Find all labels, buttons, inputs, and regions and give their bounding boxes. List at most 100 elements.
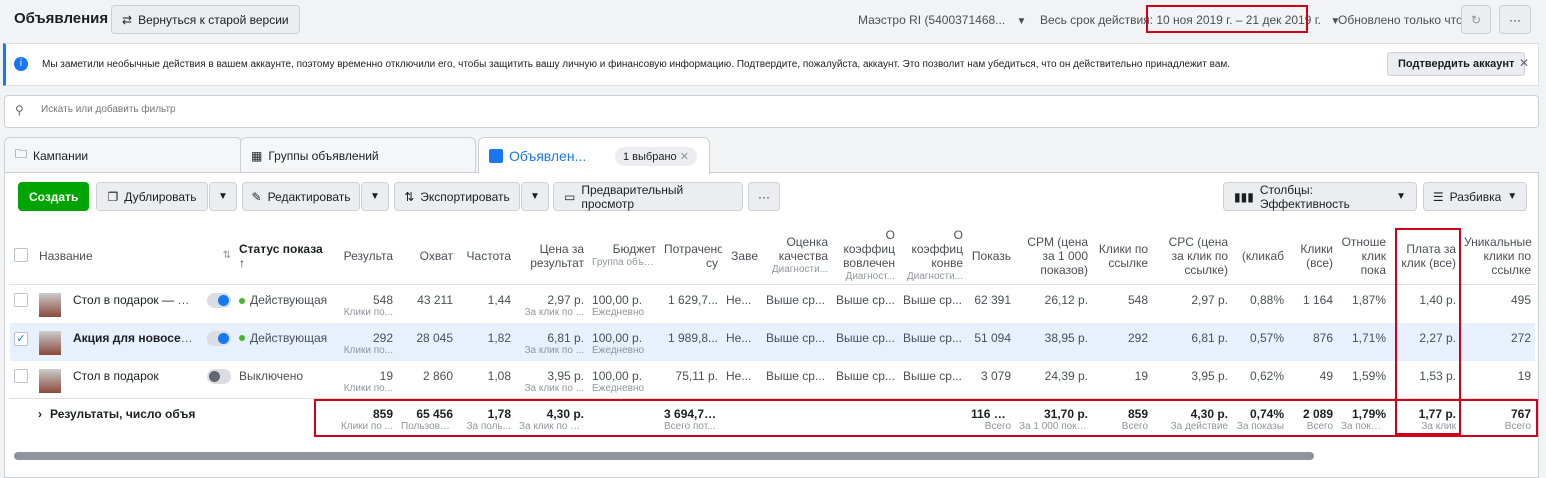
- export-label: Экспортировать: [420, 189, 510, 204]
- ad-name[interactable]: Стол в подарок: [73, 369, 159, 383]
- ad-name[interactable]: Стол в подарок — Ко...: [73, 293, 200, 307]
- column-header[interactable]: О коэффиц конве Диагности...: [899, 228, 968, 285]
- table-cell: 38,95 р.: [1015, 322, 1093, 361]
- column-header[interactable]: CPC (цена за клик по ссылке): [1152, 228, 1233, 285]
- ad-name-cell[interactable]: Стол в подарок: [35, 361, 200, 399]
- ad-name-cell[interactable]: Стол в подарок — Ко...: [35, 285, 200, 323]
- table-cell: Выше ср...: [832, 285, 899, 323]
- status-toggle[interactable]: [207, 330, 232, 346]
- column-header[interactable]: Клики по ссылке: [1092, 228, 1153, 285]
- column-header[interactable]: Частота: [457, 228, 516, 285]
- table-row[interactable]: ✓ Акция для новосел... Действующая 292 Клики…: [10, 322, 1536, 361]
- duplicate-dropdown[interactable]: ▼: [209, 182, 237, 211]
- table-cell: 495: [1460, 285, 1535, 323]
- period-label: Весь срок действия:: [1040, 13, 1153, 27]
- column-header[interactable]: О коэффиц вовлечен Диагност...: [832, 228, 900, 285]
- column-header[interactable]: Бюджет Группа объя...: [588, 228, 661, 285]
- export-button[interactable]: ⇅ Экспортировать: [394, 182, 520, 211]
- row-checkbox[interactable]: ✓: [14, 331, 28, 346]
- status-toggle[interactable]: [207, 368, 232, 384]
- search-filter[interactable]: ⚲: [4, 95, 1539, 128]
- tab-ads[interactable]: Объявлен... 1 выбрано ✕: [478, 137, 710, 174]
- tab-label: Группы объявлений: [268, 148, 379, 163]
- search-icon: ⚲: [15, 103, 24, 117]
- table-cell: 2,97 р. За клик по ...: [515, 285, 588, 323]
- table-cell: 28 045: [397, 322, 458, 361]
- table-cell: Выше ср...: [899, 361, 967, 399]
- column-header[interactable]: Уникальные клики по ссылке: [1460, 228, 1536, 285]
- breakdown-button[interactable]: ☰ Разбивка ▼: [1423, 182, 1527, 211]
- confirm-account-button[interactable]: Подтвердить аккаунт: [1387, 52, 1526, 76]
- info-icon: i: [14, 57, 28, 71]
- close-icon[interactable]: ✕: [1519, 56, 1529, 70]
- table-cell: 272: [1460, 322, 1536, 361]
- account-name: Маэстро RI (5400371468...: [858, 13, 1006, 27]
- delivery-status: Действующая: [250, 330, 328, 345]
- banner-text: Мы заметили необычные действия в вашем а…: [42, 59, 1231, 70]
- more-icon: ···: [1509, 12, 1521, 27]
- account-selector[interactable]: Маэстро RI (5400371468... ▼: [858, 13, 1026, 27]
- column-header[interactable]: Охват: [397, 228, 458, 285]
- column-header[interactable]: Потрачено су: [660, 228, 723, 285]
- more-actions-button[interactable]: ···: [748, 182, 780, 211]
- table-cell: 3,95 р. За клик по ...: [515, 361, 588, 399]
- column-header[interactable]: Заве: [722, 228, 763, 285]
- create-button[interactable]: Создать: [18, 182, 90, 211]
- table-cell: 1 989,8...: [660, 322, 723, 361]
- column-header[interactable]: (кликаб: [1232, 228, 1289, 285]
- caret-down-icon: ▼: [1507, 191, 1518, 202]
- status-toggle[interactable]: [207, 293, 232, 308]
- table-cell: 1,82: [457, 322, 516, 361]
- column-subtitle: Группа объя...: [592, 257, 657, 268]
- row-checkbox[interactable]: [14, 293, 28, 307]
- column-header[interactable]: Клики (все): [1288, 228, 1338, 285]
- column-header[interactable]: Отноше клик пока: [1337, 228, 1391, 285]
- column-header[interactable]: Название ⇅: [35, 228, 236, 285]
- horizontal-scrollbar[interactable]: [14, 452, 1314, 460]
- table-row[interactable]: Стол в подарок — Ко... Действующая 548 Клик…: [10, 285, 1535, 323]
- old-version-button[interactable]: ⇄ Вернуться к старой версии: [111, 5, 300, 34]
- table-cell: 19: [1092, 361, 1152, 399]
- table-row[interactable]: Стол в подарок Выключено 19 Клики по... 2 86…: [10, 361, 1535, 399]
- cell-subtext: Ежедневно: [592, 344, 645, 356]
- tab-adsets[interactable]: ▦ Группы объявлений: [240, 137, 476, 173]
- sort-icon[interactable]: ⇅: [223, 249, 231, 263]
- column-title: Показь: [971, 249, 1012, 263]
- row-checkbox[interactable]: [14, 368, 28, 383]
- table-cell: 876: [1288, 322, 1338, 361]
- column-header[interactable]: Показь: [967, 228, 1016, 285]
- column-header[interactable]: CPM (цена за 1 000 показов): [1015, 228, 1093, 285]
- tab-campaigns[interactable]: 🗀 Кампании: [4, 137, 242, 173]
- table-cell: Выше ср...: [832, 361, 899, 399]
- columns-button[interactable]: ▮▮▮ Столбцы: Эффективность ▼: [1223, 182, 1417, 211]
- edit-dropdown[interactable]: ▼: [361, 182, 389, 211]
- column-title: О коэффиц вовлечен: [843, 228, 896, 270]
- column-title: Отноше клик пока: [1341, 235, 1387, 277]
- ad-name-cell[interactable]: Акция для новосел...: [35, 322, 200, 361]
- select-all-checkbox[interactable]: [14, 247, 28, 262]
- ad-thumbnail: [39, 293, 61, 317]
- ad-thumbnail: [39, 368, 61, 393]
- cell-value: Выше ср...: [836, 330, 895, 345]
- cell-value: 272: [1510, 330, 1532, 345]
- ad-name[interactable]: Акция для новосел...: [73, 331, 198, 345]
- selected-badge[interactable]: 1 выбрано ✕: [615, 146, 697, 166]
- more-button[interactable]: ···: [1499, 5, 1531, 34]
- cell-value: 24,39 р.: [1044, 368, 1089, 383]
- refresh-button[interactable]: ↻: [1461, 5, 1491, 34]
- export-dropdown[interactable]: ▼: [521, 182, 549, 211]
- caret-down-icon: ▼: [370, 191, 380, 202]
- preview-button[interactable]: ▭ Предварительный просмотр: [553, 182, 743, 211]
- status-cell: Выключено: [235, 361, 335, 399]
- search-input[interactable]: [39, 103, 639, 116]
- totals-label-cell[interactable]: › Результаты, число объя: [10, 398, 336, 437]
- duplicate-button[interactable]: ❐ Дублировать: [96, 182, 208, 211]
- column-header[interactable]: Оценка качества Диагности...: [762, 228, 833, 285]
- duplicate-label: Дублировать: [124, 189, 197, 204]
- column-header[interactable]: Цена за результат: [515, 228, 589, 285]
- column-header[interactable]: Статус показа ↑: [235, 228, 336, 285]
- edit-button[interactable]: ✎ Редактировать: [242, 182, 360, 211]
- chevron-right-icon[interactable]: ›: [38, 407, 42, 421]
- clear-icon[interactable]: ✕: [680, 151, 689, 163]
- column-header[interactable]: Результа: [335, 228, 398, 285]
